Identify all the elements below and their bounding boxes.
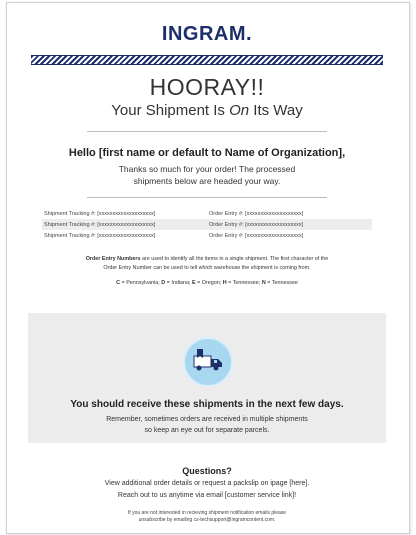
- unsubscribe-line-2[interactable]: unsubscribe by emailing cs-techsupport@i…: [31, 517, 383, 524]
- email-page: INGRAM. HOORAY!! Your Shipment Is On Its…: [6, 2, 410, 534]
- unsubscribe-line-1: If you are not interested in recieving s…: [127, 510, 287, 516]
- warehouse-state: Tennessee: [271, 280, 298, 286]
- header: INGRAM.: [31, 11, 383, 51]
- warehouse-state: Tennessee: [232, 280, 259, 286]
- note-bold: Order Entry Numbers: [85, 256, 141, 262]
- hero-title: HOORAY!!: [149, 74, 265, 100]
- greeting-title: Hello [first name or default to Name of …: [68, 147, 346, 159]
- hero-subtitle: Your Shipment Is On Its Way: [31, 101, 383, 121]
- greeting: Hello [first name or default to Name of …: [31, 146, 383, 187]
- greeting-body: Thanks so much for your order! The proce…: [31, 163, 383, 187]
- warehouse-code: N: [261, 280, 266, 286]
- promo-body: Remember, sometimes orders are received …: [28, 414, 386, 436]
- header-stripe-bar: [31, 55, 383, 65]
- hero-subtitle-emphasis: On: [229, 102, 250, 119]
- warehouse-code: E: [192, 280, 196, 286]
- customer-service-link-text[interactable]: Reach out to us anytime via email [custo…: [31, 490, 383, 502]
- questions-heading: Questions?: [182, 466, 232, 476]
- note-text-2: Order Entry Number can be used to tell w…: [103, 265, 311, 271]
- warehouse-code: C: [116, 280, 121, 286]
- promo-title: You should receive these shipments in th…: [70, 399, 344, 410]
- email-body: INGRAM. HOORAY!! Your Shipment Is On Its…: [28, 11, 386, 523]
- hero: HOORAY!! Your Shipment Is On Its Way: [31, 73, 383, 121]
- warehouse-code: D: [161, 280, 166, 286]
- warehouse-codes: C = Pennsylvania; D = Indiana; E = Orego…: [116, 280, 298, 286]
- promo-line-2: so keep an eye out for separate parcels.: [144, 427, 270, 434]
- delivery-promo: You should receive these shipments in th…: [28, 313, 386, 443]
- hero-subtitle-pre: Your Shipment Is: [111, 102, 230, 119]
- order-entry-number: Order Entry #: [xxxxxxxxxxxxxxxxxxxx]: [209, 210, 304, 217]
- warehouse-state: Pennsylvania: [126, 280, 159, 286]
- order-entry-note: Order Entry Numbers are used to identify…: [34, 255, 380, 273]
- packslip-link-text[interactable]: View additional order details or request…: [31, 478, 383, 490]
- tracking-row: Shipment Tracking #: [xxxxxxxxxxxxxxxxxx…: [42, 230, 372, 241]
- truck-icon: [183, 337, 233, 387]
- ingram-logo: INGRAM.: [161, 23, 253, 45]
- footer: Questions? View additional order details…: [31, 466, 383, 524]
- hero-subtitle-post: Its Way: [249, 102, 303, 119]
- warehouse-state: Indiana: [171, 280, 190, 286]
- tracking-row: Shipment Tracking #: [xxxxxxxxxxxxxxxxxx…: [42, 219, 372, 230]
- footer-body: View additional order details or request…: [31, 478, 383, 502]
- tracking-row: Shipment Tracking #: [xxxxxxxxxxxxxxxxxx…: [42, 208, 372, 219]
- unsubscribe-note: If you are not interested in recieving s…: [31, 510, 383, 524]
- divider: [87, 197, 327, 198]
- order-entry-number: Order Entry #: [xxxxxxxxxxxxxxxxxxxx]: [209, 232, 304, 239]
- promo-line-1: Remember, sometimes orders are received …: [106, 416, 308, 423]
- order-entry-number: Order Entry #: [xxxxxxxxxxxxxxxxxxxx]: [209, 221, 304, 228]
- greeting-line-1: Thanks so much for your order! The proce…: [118, 164, 296, 174]
- greeting-line-2: shipments below are headed your way.: [133, 176, 281, 186]
- tracking-table: Shipment Tracking #: [xxxxxxxxxxxxxxxxxx…: [42, 208, 372, 241]
- shipment-tracking-number: Shipment Tracking #: [xxxxxxxxxxxxxxxxxx…: [44, 221, 156, 228]
- divider: [87, 131, 327, 132]
- shipment-tracking-number: Shipment Tracking #: [xxxxxxxxxxxxxxxxxx…: [44, 232, 156, 239]
- shipment-tracking-number: Shipment Tracking #: [xxxxxxxxxxxxxxxxxx…: [44, 210, 156, 217]
- warehouse-state: Oregon: [201, 280, 220, 286]
- note-text-1: are used to identify all the items in a …: [140, 256, 329, 262]
- warehouse-code: H: [222, 280, 227, 286]
